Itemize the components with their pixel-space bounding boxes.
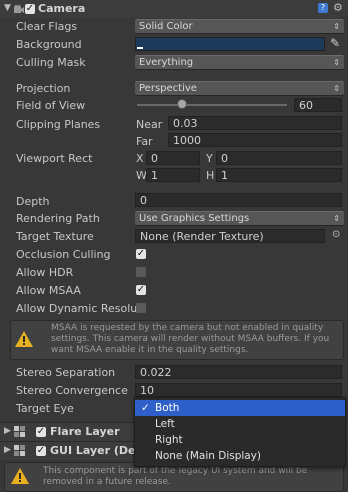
background-label: Background [16, 38, 82, 51]
stereo-separation-field[interactable]: 0.022 [135, 365, 342, 379]
dropdown-arrow-icon: ⇕ [333, 214, 340, 223]
target-eye-dropdown-menu[interactable]: ✓ Both Left Right None (Main Display) [134, 397, 346, 467]
projection-value: Perspective [139, 83, 197, 94]
target-texture-label: Target Texture [16, 230, 94, 243]
viewport-x-label: X [136, 152, 144, 165]
culling-mask-label: Culling Mask [16, 56, 86, 69]
dropdown-arrow-icon: ⇕ [333, 22, 340, 31]
culling-mask-value: Everything [139, 57, 194, 68]
viewport-rect-label: Viewport Rect [16, 152, 93, 165]
target-eye-option-label: None (Main Display) [155, 450, 262, 462]
allow-msaa-checkbox[interactable]: ✓ [136, 285, 146, 295]
depth-label: Depth [16, 195, 50, 208]
settings-gear-icon[interactable]: ⚙ [333, 1, 343, 14]
msaa-warning-text: MSAA is requested by the camera but not … [51, 323, 330, 355]
target-eye-option-label: Left [155, 418, 175, 430]
alpha-bar [137, 47, 143, 49]
projection-dropdown[interactable]: Perspective ⇕ [135, 81, 344, 96]
target-eye-option[interactable]: Left [135, 416, 345, 432]
projection-label: Projection [16, 82, 71, 95]
near-label: Near [136, 118, 163, 131]
camera-title: Camera [38, 2, 86, 15]
msaa-warning-box: MSAA is requested by the camera but not … [10, 320, 344, 360]
clipping-planes-label: Clipping Planes [16, 118, 101, 131]
clear-flags-label: Clear Flags [16, 20, 78, 33]
fov-label: Field of View [16, 99, 86, 112]
allow-hdr-label: Allow HDR [16, 266, 74, 279]
occlusion-culling-label: Occlusion Culling [16, 248, 111, 261]
clear-flags-value: Solid Color [139, 21, 193, 32]
object-picker-icon[interactable]: ⊙ [332, 229, 340, 240]
collapse-arrow-icon[interactable]: ▼ [4, 3, 11, 13]
camera-component-header[interactable]: ▼ ✓ Camera ? ⚙ [0, 0, 348, 18]
allow-msaa-label: Allow MSAA [16, 284, 81, 297]
rendering-path-dropdown[interactable]: Use Graphics Settings ⇕ [135, 211, 344, 226]
viewport-y-field[interactable]: 0 [216, 151, 342, 165]
help-icon[interactable]: ? [318, 3, 328, 13]
viewport-h-field[interactable]: 1 [216, 168, 342, 182]
eyedropper-icon[interactable]: ✎ [330, 36, 340, 50]
stereo-convergence-label: Stereo Convergence [16, 384, 128, 397]
checkmark-icon: ✓ [141, 402, 150, 414]
target-eye-option-label: Both [155, 402, 180, 414]
far-label: Far [136, 135, 153, 148]
stereo-separation-label: Stereo Separation [16, 366, 116, 379]
warning-icon [15, 331, 33, 351]
fov-slider-track[interactable] [137, 104, 287, 106]
camera-icon [14, 4, 24, 13]
dropdown-arrow-icon: ⇕ [333, 58, 340, 67]
target-eye-option[interactable]: ✓ Both [135, 400, 345, 416]
allow-hdr-checkbox[interactable]: ✓ [136, 267, 146, 277]
gui-layer-warning-text: This component is part of the legacy UI … [43, 466, 308, 487]
target-eye-option[interactable]: None (Main Display) [135, 448, 345, 464]
allow-dynamic-resolution-label: Allow Dynamic Resolu [16, 302, 138, 315]
clear-flags-dropdown[interactable]: Solid Color ⇕ [135, 19, 344, 34]
component-icon [14, 445, 25, 456]
warning-icon [11, 468, 29, 488]
fov-value-field[interactable]: 60 [294, 98, 342, 112]
culling-mask-dropdown[interactable]: Everything ⇕ [135, 55, 344, 70]
fov-slider-thumb[interactable] [177, 99, 187, 109]
allow-dynamic-resolution-checkbox[interactable]: ✓ [136, 303, 146, 313]
viewport-x-field[interactable]: 0 [146, 151, 200, 165]
occlusion-culling-checkbox[interactable]: ✓ [136, 249, 146, 259]
viewport-w-field[interactable]: 1 [146, 168, 200, 182]
target-eye-option[interactable]: Right [135, 432, 345, 448]
stereo-convergence-field[interactable]: 10 [135, 383, 342, 397]
gui-layer-title: GUI Layer (Dep [50, 444, 144, 457]
flare-layer-title: Flare Layer [50, 425, 120, 438]
background-color-field[interactable] [135, 37, 325, 51]
flare-layer-enabled-checkbox[interactable]: ✓ [36, 427, 46, 437]
gui-layer-enabled-checkbox[interactable]: ✓ [36, 446, 46, 456]
target-texture-field[interactable]: None (Render Texture) [135, 229, 325, 243]
target-eye-option-label: Right [155, 434, 183, 446]
component-icon [14, 426, 25, 437]
camera-enabled-checkbox[interactable]: ✓ [25, 4, 35, 14]
rendering-path-label: Rendering Path [16, 212, 100, 225]
viewport-y-label: Y [206, 152, 213, 165]
collapse-arrow-icon[interactable]: ▶ [4, 426, 11, 436]
rendering-path-value: Use Graphics Settings [139, 213, 250, 224]
collapse-arrow-icon[interactable]: ▶ [4, 445, 11, 455]
target-eye-label: Target Eye [16, 402, 74, 415]
viewport-h-label: H [206, 169, 215, 182]
dropdown-arrow-icon: ⇕ [333, 84, 340, 93]
depth-field[interactable]: 0 [135, 193, 342, 207]
near-field[interactable]: 0.03 [168, 116, 342, 130]
far-field[interactable]: 1000 [168, 133, 342, 147]
